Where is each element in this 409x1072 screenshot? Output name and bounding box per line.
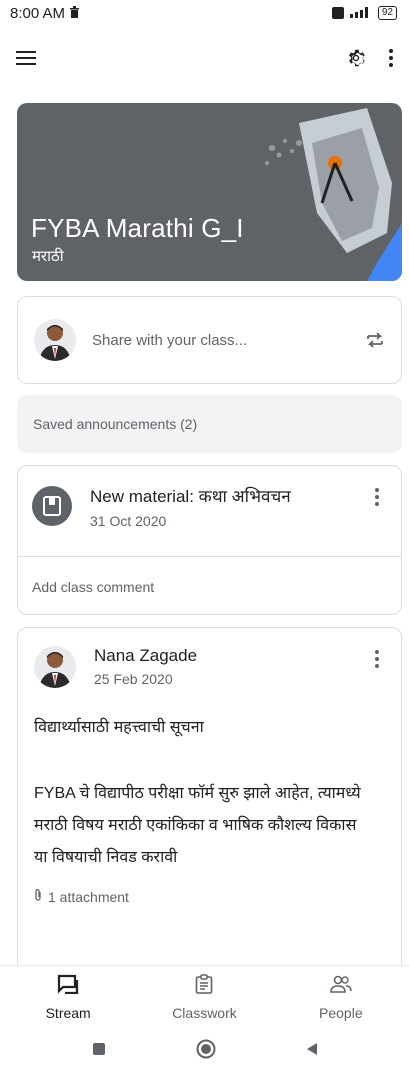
add-class-comment[interactable]: Add class comment [18,557,401,616]
avatar [34,319,76,361]
system-nav-bar [0,1030,409,1072]
battery-level: 92 [377,6,397,20]
saved-announcements[interactable]: Saved announcements (2) [17,395,402,453]
classwork-icon [195,974,213,999]
share-with-class-card[interactable]: Share with your class... [17,296,402,384]
app-bar [0,30,409,86]
tab-stream-label: Stream [45,1005,91,1021]
class-subject: मराठी [32,248,64,265]
post-heading: विद्यार्थ्यासाठी महत्त्वाची सूचना [34,719,204,736]
repost-icon[interactable] [365,329,385,351]
gear-icon[interactable] [345,47,367,69]
material-date: 31 Oct 2020 [90,513,167,529]
tab-people[interactable]: People [286,974,396,1021]
avatar [34,646,76,688]
material-title[interactable]: New material: कथा अभिवचन [90,484,367,507]
post-date: 25 Feb 2020 [94,671,173,687]
share-input[interactable]: Share with your class... [92,332,365,349]
home-icon[interactable] [196,1039,216,1064]
banner-illustration [265,108,402,281]
post-text-line: FYBA चे विद्यापीठ परीक्षा फॉर्म सुरु झाल… [34,785,361,802]
class-banner[interactable]: FYBA Marathi G_I मराठी [17,103,402,281]
post-text-line: या विषयाची निवड करावी [34,849,178,866]
sim-icon [331,7,344,19]
status-bar: 8:00 AM 92 [0,0,409,26]
hamburger-menu-icon[interactable] [16,50,36,66]
post-author: Nana Zagade [94,646,198,665]
paperclip-icon [34,888,42,905]
people-icon [330,974,352,999]
tab-people-label: People [319,1005,363,1021]
bottom-nav: Stream Classwork People [0,965,409,1029]
attachment-label: 1 attachment [48,888,129,905]
material-icon [32,486,72,526]
recents-icon[interactable] [92,1042,106,1061]
signal-icon [349,6,372,21]
more-vert-icon[interactable] [367,484,387,506]
trash-icon [69,5,80,22]
attachment-row[interactable]: 1 attachment [18,888,401,905]
announcement-card[interactable]: Nana Zagade 25 Feb 2020 विद्यार्थ्यासाठी… [17,627,402,967]
post-body: विद्यार्थ्यासाठी महत्त्वाची सूचना FYBA च… [18,712,401,874]
back-icon[interactable] [306,1042,318,1061]
stream-icon [57,974,79,999]
status-time: 8:00 AM [10,4,66,22]
more-vert-icon[interactable] [367,646,387,668]
tab-classwork[interactable]: Classwork [149,974,259,1021]
tab-stream[interactable]: Stream [13,974,123,1021]
tab-classwork-label: Classwork [172,1005,237,1021]
post-text-line: मराठी विषय मराठी एकांकिका व भाषिक कौशल्य… [34,817,357,834]
material-card[interactable]: New material: कथा अभिवचन 31 Oct 2020 Add… [17,465,402,615]
class-title: FYBA Marathi G_I [31,213,244,243]
more-vert-icon[interactable] [389,49,393,67]
